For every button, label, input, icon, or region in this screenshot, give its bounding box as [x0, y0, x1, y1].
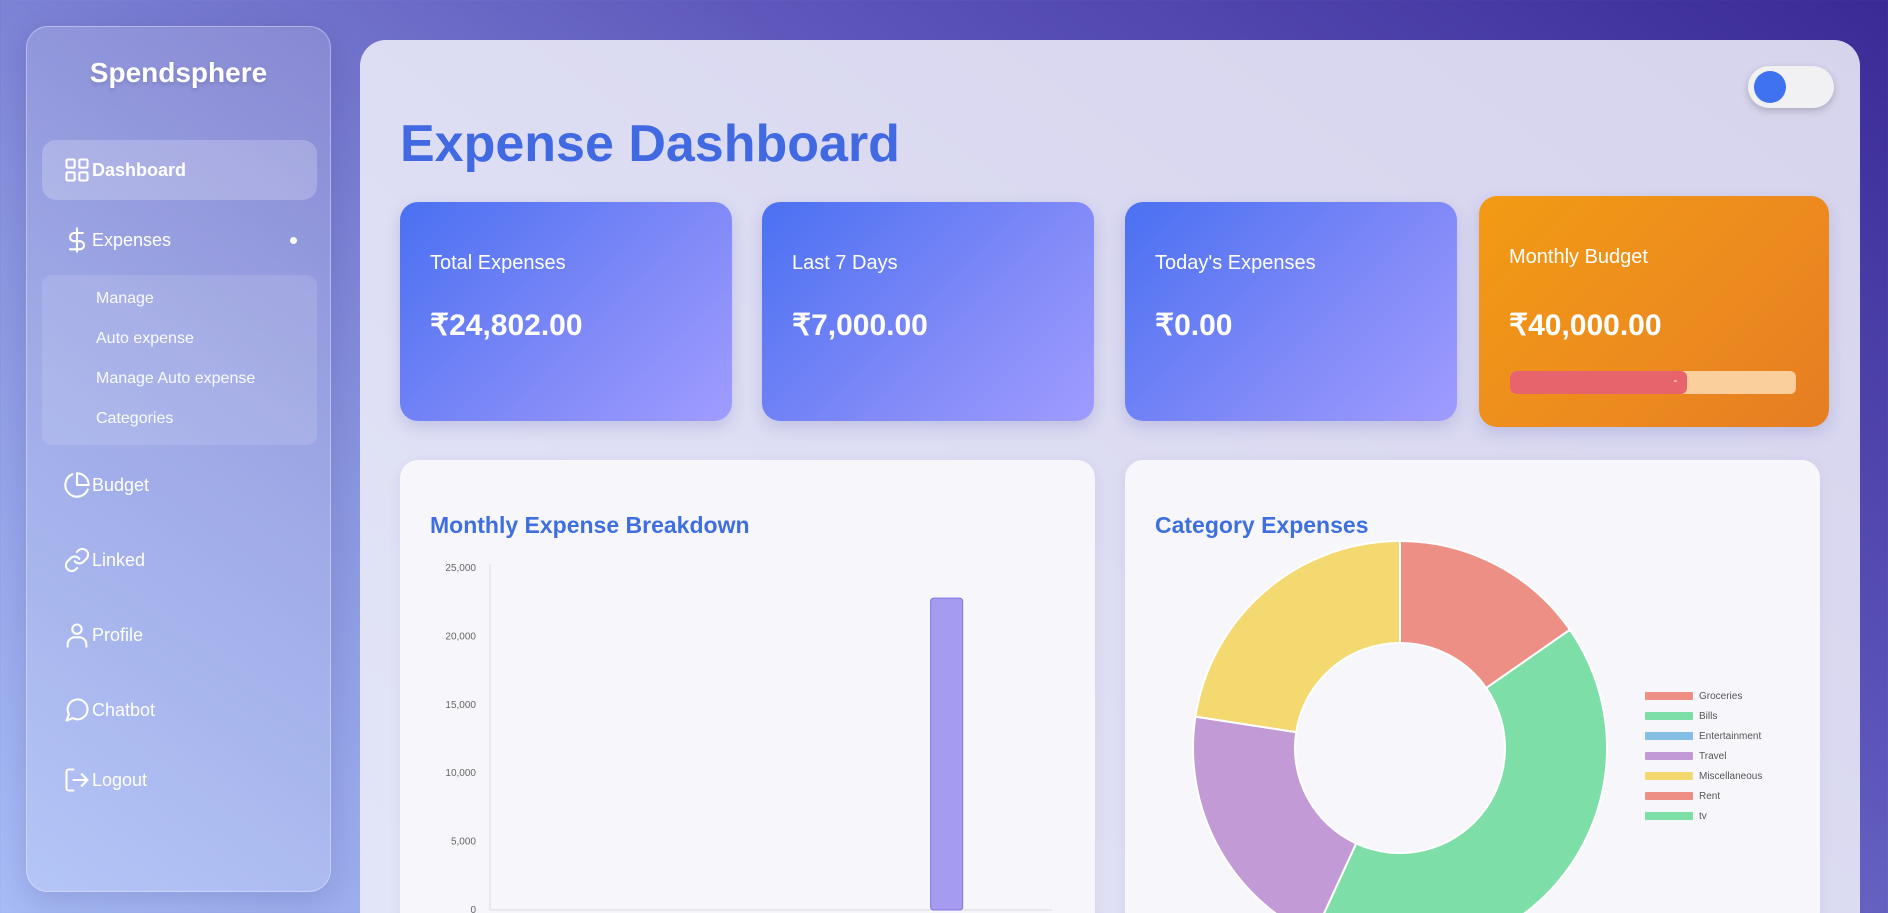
legend-item[interactable]: tv	[1645, 806, 1762, 826]
sidebar-item-chatbot[interactable]: Chatbot	[42, 680, 317, 740]
donut-slice-miscellaneous[interactable]	[1194, 539, 1401, 734]
y-tick-label: 10,000	[445, 768, 476, 779]
legend-label: tv	[1699, 810, 1707, 822]
legend-swatch	[1645, 712, 1693, 720]
todays-expenses-card: Today's Expenses ₹0.00	[1125, 202, 1457, 421]
sidebar-item-label: Dashboard	[92, 159, 187, 180]
legend-label: Travel	[1699, 750, 1727, 762]
sidebar-item-budget[interactable]: Budget	[42, 455, 317, 515]
legend-item[interactable]: Bills	[1645, 706, 1762, 726]
sidebar-item-label: Expenses	[92, 229, 172, 250]
page-title: Expense Dashboard	[400, 115, 900, 173]
monthly-budget-card: Monthly Budget ₹40,000.00 -	[1479, 196, 1829, 427]
sidebar-item-dashboard[interactable]: Dashboard	[42, 140, 317, 200]
legend-item[interactable]: Travel	[1645, 746, 1762, 766]
card-label: Today's Expenses	[1155, 252, 1316, 274]
y-tick-label: 25,000	[445, 563, 476, 574]
legend-swatch	[1645, 772, 1693, 780]
y-tick-label: 5,000	[451, 837, 476, 848]
sidebar-item-profile[interactable]: Profile	[42, 605, 317, 665]
chat-bubble-icon	[62, 695, 92, 725]
legend-swatch	[1645, 792, 1693, 800]
monthly-expense-panel: Monthly Expense Breakdown 25,000 20,000 15…	[400, 460, 1095, 913]
donut-slice-travel[interactable]	[1192, 715, 1358, 913]
toggle-knob	[1754, 71, 1786, 103]
legend-label: Bills	[1699, 710, 1718, 722]
legend-label: Rent	[1699, 790, 1721, 802]
y-tick-label: 20,000	[445, 631, 476, 642]
user-icon	[62, 620, 92, 650]
legend-swatch	[1645, 812, 1693, 820]
logout-icon	[62, 765, 92, 795]
dollar-icon	[62, 225, 92, 255]
submenu-item-manage-auto-expense[interactable]: Manage Auto expense	[96, 370, 255, 388]
last-7-days-card: Last 7 Days ₹7,000.00	[762, 202, 1094, 421]
legend-item[interactable]: Groceries	[1645, 686, 1762, 706]
pie-chart-icon	[62, 470, 92, 500]
sidebar: Spendsphere Dashboard Expenses Manage Au…	[26, 26, 331, 892]
sidebar-item-label: Budget	[92, 474, 150, 495]
sidebar-item-expenses[interactable]: Expenses	[42, 210, 317, 270]
y-tick-label: 0	[470, 905, 476, 913]
chart-legend: Groceries Bills Entertainment Travel Miscell…	[1645, 686, 1762, 826]
sidebar-item-linked[interactable]: Linked	[42, 530, 317, 590]
sidebar-item-label: Linked	[92, 549, 146, 570]
sidebar-item-label: Profile	[92, 624, 144, 645]
link-icon	[62, 545, 92, 575]
card-value: ₹24,802.00	[430, 309, 583, 342]
grid-icon	[62, 155, 92, 185]
card-value: ₹0.00	[1155, 309, 1233, 342]
submenu-item-manage[interactable]: Manage	[96, 290, 154, 308]
sidebar-item-logout[interactable]: Logout	[42, 750, 317, 810]
expenses-submenu: Manage Auto expense Manage Auto expense …	[42, 275, 317, 445]
card-label: Monthly Budget	[1509, 246, 1648, 268]
donut-slice-bills[interactable]	[1314, 628, 1608, 913]
sidebar-item-label: Logout	[92, 769, 148, 790]
card-value: ₹40,000.00	[1509, 309, 1662, 342]
legend-item[interactable]: Miscellaneous	[1645, 766, 1762, 786]
legend-swatch	[1645, 752, 1693, 760]
y-tick-label: 15,000	[445, 700, 476, 711]
category-expenses-panel: Category Expenses Groceries Bills Entertai…	[1125, 460, 1820, 913]
card-label: Total Expenses	[430, 252, 566, 274]
sidebar-item-label: Chatbot	[92, 699, 156, 720]
submenu-item-categories[interactable]: Categories	[96, 410, 173, 428]
theme-toggle[interactable]	[1748, 66, 1834, 108]
card-label: Last 7 Days	[792, 252, 898, 274]
bar[interactable]	[930, 597, 964, 911]
budget-progress-fill: -	[1510, 371, 1688, 394]
total-expenses-card: Total Expenses ₹24,802.00	[400, 202, 732, 421]
card-value: ₹7,000.00	[792, 309, 928, 342]
legend-swatch	[1645, 732, 1693, 740]
legend-item[interactable]: Entertainment	[1645, 726, 1762, 746]
budget-progress-label: -	[1673, 373, 1678, 387]
legend-label: Entertainment	[1699, 730, 1762, 742]
legend-swatch	[1645, 692, 1693, 700]
legend-label: Miscellaneous	[1699, 770, 1763, 782]
expanded-indicator-dot	[290, 236, 297, 244]
brand-logo-text: Spendsphere	[89, 57, 268, 88]
legend-item[interactable]: Rent	[1645, 786, 1762, 806]
submenu-item-auto-expense[interactable]: Auto expense	[96, 330, 194, 348]
bar-chart: 25,000 20,000 15,000 10,000 5,000 0	[445, 563, 1052, 913]
budget-progress-bar: -	[1510, 371, 1796, 394]
legend-label: Groceries	[1699, 690, 1743, 702]
